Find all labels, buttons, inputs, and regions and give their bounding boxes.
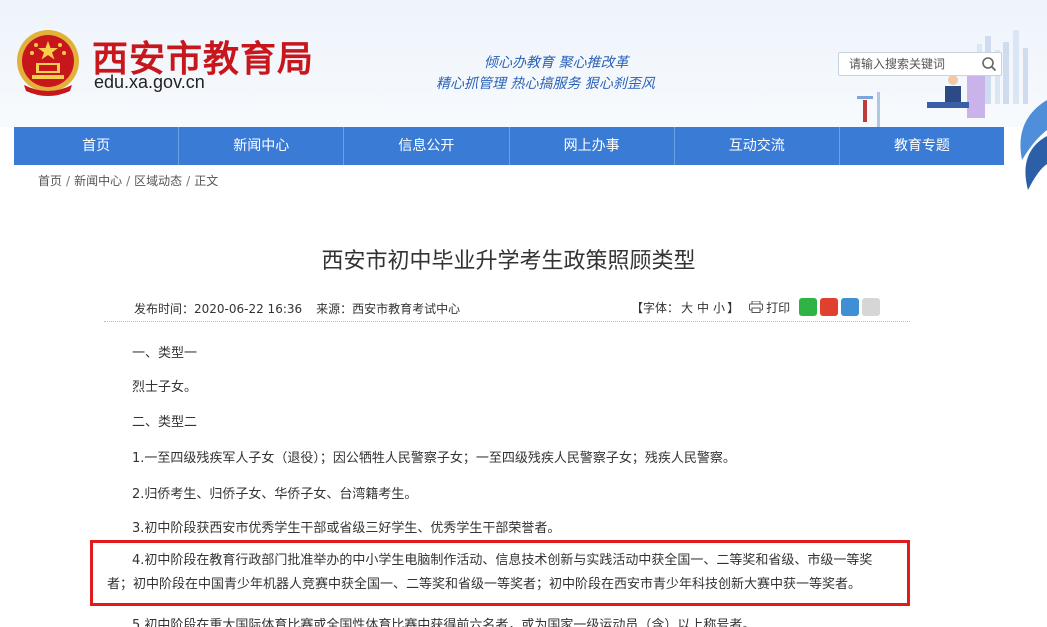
paragraph: 烈士子女。	[132, 380, 198, 395]
wechat-icon[interactable]	[799, 298, 818, 316]
nav-item-news[interactable]: 新闻中心	[179, 127, 345, 165]
nav-item-info-disclosure[interactable]: 信息公开	[344, 127, 510, 165]
nav-item-interaction[interactable]: 互动交流	[675, 127, 840, 165]
breadcrumb-separator: /	[66, 174, 71, 188]
font-size-label-end: 】	[727, 300, 740, 315]
national-emblem-icon	[17, 30, 79, 96]
breadcrumb-separator: /	[126, 174, 131, 188]
paragraph: 二、类型二	[132, 415, 198, 430]
nav-item-online-services[interactable]: 网上办事	[510, 127, 675, 165]
font-size-control: 【字体：大中小】	[631, 299, 739, 316]
main-nav: 首页 新闻中心 信息公开 网上办事 互动交流 教育专题	[14, 127, 1004, 165]
font-size-large[interactable]: 大	[681, 301, 693, 315]
breadcrumb-separator: /	[186, 174, 191, 188]
paragraph: 2.归侨考生、归侨子女、华侨子女、台湾籍考生。	[132, 487, 418, 502]
paragraph: 5.初中阶段在重大国际体育比赛或全国性体育比赛中获得前六名者，或为国家一级运动员…	[132, 618, 756, 627]
site-domain: edu.xa.gov.cn	[94, 72, 205, 92]
publish-time: 发布时间：2020-06-22 16:36	[134, 302, 303, 316]
article-meta: 发布时间：2020-06-22 16:36 来源：西安市教育考试中心 【字体：大中…	[104, 294, 910, 322]
font-size-label: 【字体：	[631, 300, 680, 315]
printer-icon	[749, 301, 764, 313]
weibo-icon[interactable]	[820, 298, 839, 316]
breadcrumb-region[interactable]: 区域动态	[134, 174, 182, 188]
breadcrumb-current: 正文	[194, 174, 219, 188]
qq-icon[interactable]	[841, 298, 860, 316]
nav-item-topics[interactable]: 教育专题	[840, 127, 1004, 165]
paragraph: 1.一至四级残疾军人子女（退役）；因公牺牲人民警察子女；一至四级残疾人民警察子女…	[132, 451, 736, 466]
copy-icon[interactable]	[862, 298, 881, 316]
paragraph: 3.初中阶段获西安市优秀学生干部或省级三好学生、优秀学生干部荣誉者。	[132, 521, 561, 536]
search-input[interactable]	[839, 53, 979, 75]
highlight-box	[90, 540, 910, 606]
breadcrumb-news[interactable]: 新闻中心	[74, 174, 122, 188]
decorative-leaf-icon	[1020, 100, 1047, 190]
paragraph: 一、类型一	[132, 346, 198, 361]
slogan-line-2: 精心抓管理 热心搞服务 狠心刹歪风	[436, 76, 655, 92]
slogan-line-1: 倾心办教育 聚心推改革	[484, 55, 629, 71]
article-source: 来源：西安市教育考试中心	[316, 302, 461, 316]
font-size-small[interactable]: 小	[713, 301, 725, 315]
font-size-medium[interactable]: 中	[697, 301, 709, 315]
breadcrumb: 首页 / 新闻中心 / 区域动态 / 正文	[38, 172, 218, 189]
print-button[interactable]: 打印	[749, 299, 790, 316]
breadcrumb-home[interactable]: 首页	[38, 174, 62, 188]
article-title: 西安市初中毕业升学考生政策照顾类型	[321, 249, 696, 274]
site-header: 西安市教育局 edu.xa.gov.cn 倾心办教育 聚心推改革 精心抓管理 热…	[0, 0, 1047, 127]
nav-item-home[interactable]: 首页	[14, 127, 180, 165]
search-icon[interactable]	[981, 56, 997, 72]
search-box	[838, 52, 1002, 76]
print-label: 打印	[766, 300, 791, 315]
